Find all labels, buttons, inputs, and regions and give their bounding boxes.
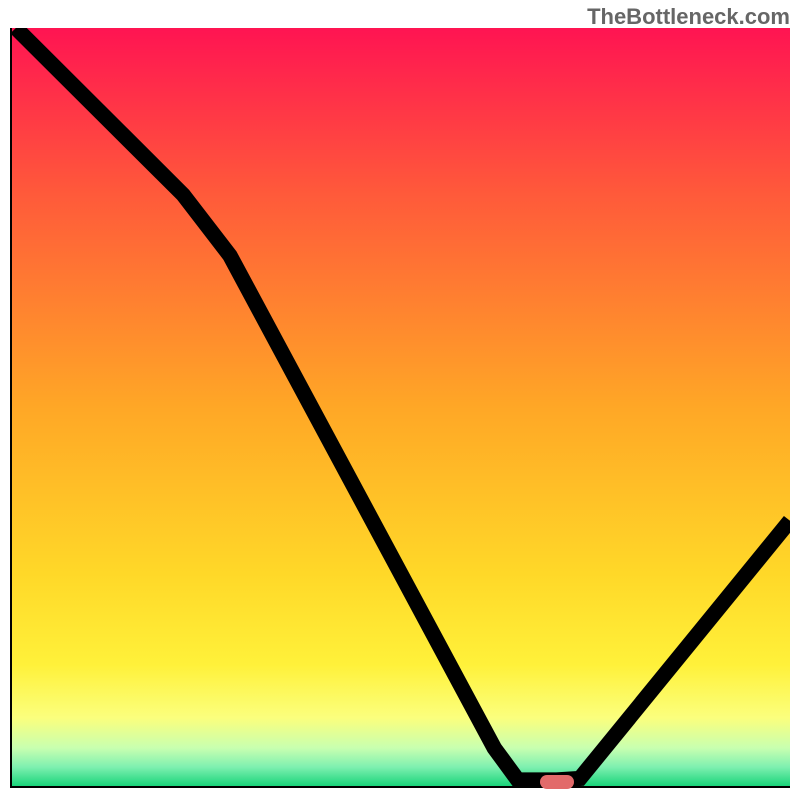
chart-plot-area xyxy=(10,28,790,788)
optimal-marker xyxy=(540,775,574,789)
bottleneck-curve xyxy=(12,28,790,786)
watermark-text: TheBottleneck.com xyxy=(587,4,790,30)
